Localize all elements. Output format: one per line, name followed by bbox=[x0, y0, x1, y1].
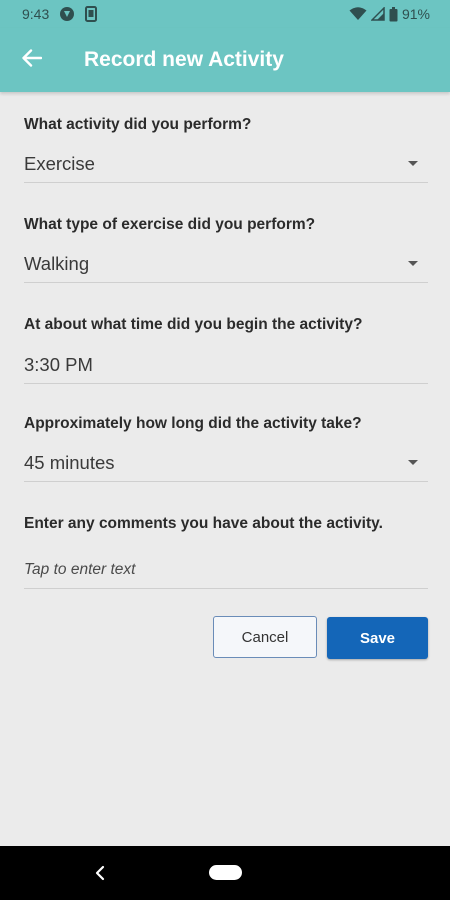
duration-select[interactable]: 45 minutes bbox=[24, 444, 428, 482]
activity-select[interactable]: Exercise bbox=[24, 145, 428, 183]
exercise-type-value: Walking bbox=[24, 252, 90, 274]
status-time: 9:43 bbox=[22, 6, 50, 22]
screen: 9:43 91% Record new Activity What activi… bbox=[0, 0, 450, 900]
dropdown-arrow-icon bbox=[408, 459, 418, 465]
nav-home-icon[interactable] bbox=[209, 865, 242, 880]
duration-question: Approximately how long did the activity … bbox=[24, 415, 362, 432]
arrow-left-icon bbox=[22, 48, 43, 72]
status-bar: 9:43 91% bbox=[0, 0, 450, 28]
status-right: 91% bbox=[349, 6, 430, 22]
activity-question: What activity did you perform? bbox=[24, 116, 252, 133]
start-time-value: 3:30 PM bbox=[24, 353, 93, 375]
back-button[interactable] bbox=[0, 28, 64, 92]
page-title: Record new Activity bbox=[84, 48, 284, 71]
battery-percent: 91% bbox=[401, 6, 430, 22]
dropdown-arrow-icon bbox=[408, 260, 418, 266]
notification-icon bbox=[59, 6, 75, 22]
start-time-field[interactable]: 3:30 PM bbox=[24, 346, 428, 384]
activity-value: Exercise bbox=[24, 152, 95, 174]
signal-icon bbox=[370, 7, 385, 21]
app-bar: Record new Activity bbox=[0, 28, 450, 92]
battery-icon bbox=[389, 6, 398, 22]
save-button[interactable]: Save bbox=[327, 617, 428, 659]
device-icon bbox=[85, 6, 98, 22]
start-time-question: At about what time did you begin the act… bbox=[24, 316, 363, 333]
wifi-icon bbox=[349, 7, 367, 21]
cancel-button[interactable]: Cancel bbox=[213, 616, 317, 658]
comments-question: Enter any comments you have about the ac… bbox=[24, 515, 383, 532]
nav-back-icon[interactable] bbox=[92, 863, 108, 883]
exercise-type-select[interactable]: Walking bbox=[24, 245, 428, 283]
dropdown-arrow-icon bbox=[408, 160, 418, 166]
comments-placeholder: Tap to enter text bbox=[24, 560, 136, 578]
duration-value: 45 minutes bbox=[24, 451, 115, 473]
comments-input[interactable]: Tap to enter text bbox=[24, 551, 428, 589]
exercise-type-question: What type of exercise did you perform? bbox=[24, 216, 316, 233]
status-left: 9:43 bbox=[22, 6, 98, 22]
system-nav-bar bbox=[0, 846, 450, 900]
